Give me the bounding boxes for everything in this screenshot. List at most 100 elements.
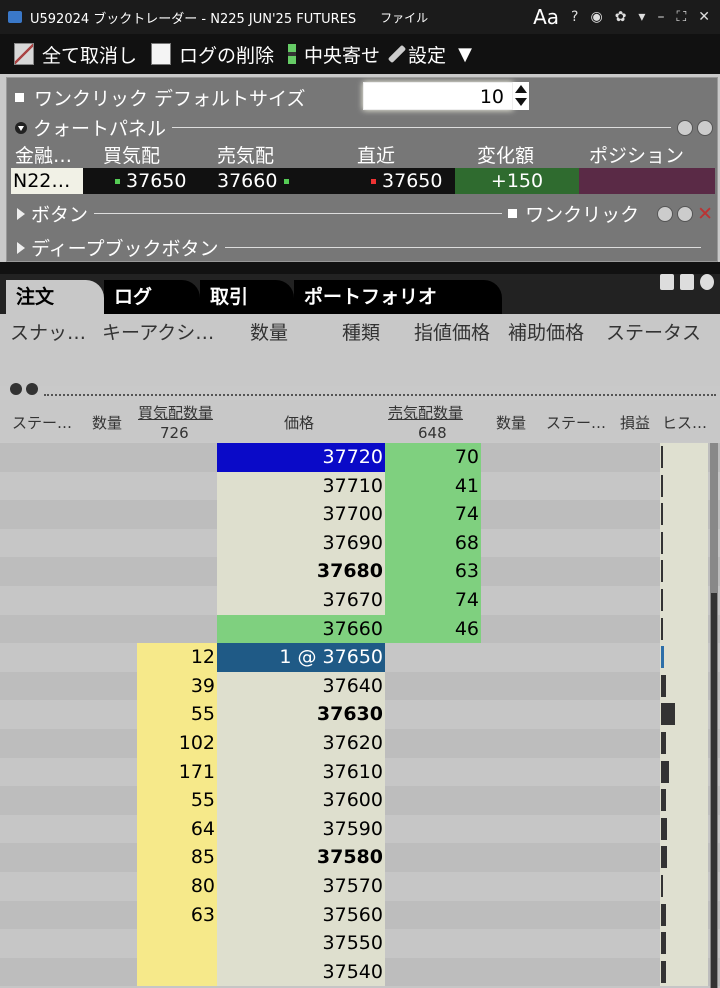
col-snapshot[interactable]: スナッ… (10, 318, 86, 345)
file-menu[interactable]: ファイル (380, 9, 428, 26)
price-cell[interactable]: 37710 (217, 471, 385, 501)
price-cell[interactable]: 37690 (217, 528, 385, 558)
ladder-row[interactable]: 37680 63 (0, 557, 720, 586)
ladder-row[interactable]: 55 37630 (0, 700, 720, 729)
bid-size-cell[interactable] (137, 586, 217, 615)
bid-size-cell[interactable]: 63 (137, 900, 217, 930)
ladder-row[interactable]: 37540 (0, 957, 720, 987)
one-click-checkbox[interactable] (15, 93, 24, 102)
bid-size-cell[interactable] (137, 557, 217, 586)
ladder-row[interactable]: 37660 46 (0, 614, 720, 644)
bid-size-cell[interactable]: 39 (137, 671, 217, 701)
settings-icon[interactable] (677, 119, 693, 136)
col-pnl[interactable]: 損益 (620, 412, 650, 433)
ask-size-cell[interactable]: 41 (385, 471, 481, 501)
bid-size-cell[interactable]: 55 (137, 786, 217, 815)
ask-size-cell[interactable] (385, 958, 481, 987)
ask-size-cell[interactable] (385, 758, 481, 787)
expand-icon[interactable] (17, 207, 25, 220)
ladder-row[interactable]: 55 37600 (0, 786, 720, 815)
chat-icon[interactable]: ◉ (590, 9, 602, 25)
ask-size-cell[interactable] (385, 643, 481, 672)
ask-size-cell[interactable] (385, 672, 481, 701)
settings-icon[interactable] (657, 205, 674, 222)
quote-panel-header[interactable]: クォートパネル (7, 114, 713, 141)
tab-portfolio[interactable]: ポートフォリオ (294, 280, 502, 314)
ask-size-cell[interactable] (385, 929, 481, 958)
bid-size-cell[interactable]: 85 (137, 843, 217, 872)
col-quantity[interactable]: 数量 (250, 318, 288, 345)
bid-size-cell[interactable]: 171 (137, 757, 217, 787)
help-icon[interactable]: ? (571, 9, 578, 25)
scrollbar[interactable] (710, 443, 718, 988)
ladder-row[interactable]: 37720 70 (0, 443, 720, 472)
price-cell[interactable]: 37620 (217, 729, 385, 758)
dropdown-icon[interactable]: ▾ (638, 9, 645, 25)
ask-size-cell[interactable] (385, 729, 481, 758)
size-stepper[interactable] (513, 82, 529, 110)
price-cell[interactable]: 37550 (217, 929, 385, 958)
bid-size-cell[interactable] (137, 957, 217, 987)
ask-size-cell[interactable] (385, 901, 481, 930)
col-price[interactable]: 価格 (284, 412, 314, 433)
col-status[interactable]: ステータス (606, 318, 701, 345)
ask-size-cell[interactable]: 68 (385, 528, 481, 558)
col-aux-price[interactable]: 補助価格 (508, 318, 584, 345)
ask-size-cell[interactable]: 74 (385, 500, 481, 529)
bid-size-cell[interactable] (137, 443, 217, 472)
ladder-row[interactable]: 85 37580 (0, 843, 720, 872)
center-button[interactable]: 中央寄せ (288, 41, 380, 68)
ask-size-cell[interactable] (385, 700, 481, 729)
bid-size-cell[interactable]: 80 (137, 872, 217, 901)
ladder-row[interactable]: 64 37590 (0, 814, 720, 844)
price-cell[interactable]: 37570 (217, 872, 385, 901)
col-qty-left[interactable]: 数量 (92, 412, 122, 433)
tab-log[interactable]: ログ (104, 280, 200, 314)
price-cell[interactable]: 37700 (217, 500, 385, 529)
gear-icon[interactable]: ✿ (615, 9, 627, 25)
ask-size-cell[interactable] (385, 843, 481, 872)
ladder-row[interactable]: 37550 (0, 929, 720, 958)
price-cell[interactable]: 1 @ 37650 (217, 643, 385, 672)
bid-cell[interactable]: 37650 (115, 168, 187, 194)
ask-size-cell[interactable]: 46 (385, 614, 481, 644)
col-key-action[interactable]: キーアクシ… (102, 318, 214, 345)
tab-trades[interactable]: 取引 (200, 280, 294, 314)
collapse-icon[interactable] (15, 121, 27, 134)
ladder-row[interactable]: 102 37620 (0, 729, 720, 758)
price-cell[interactable]: 37560 (217, 900, 385, 930)
bid-size-cell[interactable] (137, 929, 217, 958)
default-size-input[interactable]: 10 (363, 82, 513, 110)
symbol-cell[interactable]: N22… (11, 168, 83, 194)
price-cell[interactable]: 37580 (217, 843, 385, 872)
expand-icon[interactable] (17, 241, 25, 254)
bid-size-cell[interactable] (137, 529, 217, 558)
price-cell[interactable]: 37660 (217, 614, 385, 644)
ask-size-cell[interactable] (385, 786, 481, 815)
ladder-row[interactable]: 80 37570 (0, 872, 720, 901)
ask-size-cell[interactable] (385, 815, 481, 844)
bid-size-cell[interactable]: 55 (137, 700, 217, 729)
quote-row[interactable]: N22… 37650 37660 37650 +150 (11, 168, 715, 194)
help-icon[interactable] (677, 205, 694, 222)
col-ask-size[interactable]: 売気配数量 (388, 402, 463, 423)
help-icon[interactable] (700, 274, 714, 290)
minimize-icon[interactable]: – (657, 9, 664, 25)
bid-size-cell[interactable] (137, 615, 217, 644)
bid-size-cell[interactable]: 102 (137, 729, 217, 758)
price-cell[interactable]: 37540 (217, 957, 385, 987)
ladder-row[interactable]: 39 37640 (0, 671, 720, 701)
price-cell[interactable]: 37600 (217, 786, 385, 815)
splitter[interactable] (44, 394, 716, 396)
settings-button[interactable]: 設定 (387, 41, 446, 68)
price-cell[interactable]: 37680 (217, 557, 385, 586)
document-icon[interactable] (660, 274, 674, 290)
ladder-row[interactable]: 63 37560 (0, 900, 720, 930)
price-cell[interactable]: 37610 (217, 757, 385, 787)
ask-size-cell[interactable]: 63 (385, 557, 481, 586)
price-cell[interactable]: 37590 (217, 814, 385, 844)
ladder-row[interactable]: 37690 68 (0, 528, 720, 558)
close-icon[interactable]: ✕ (697, 203, 713, 225)
maximize-icon[interactable]: ⛶ (676, 9, 686, 25)
ask-size-cell[interactable]: 70 (385, 443, 481, 472)
